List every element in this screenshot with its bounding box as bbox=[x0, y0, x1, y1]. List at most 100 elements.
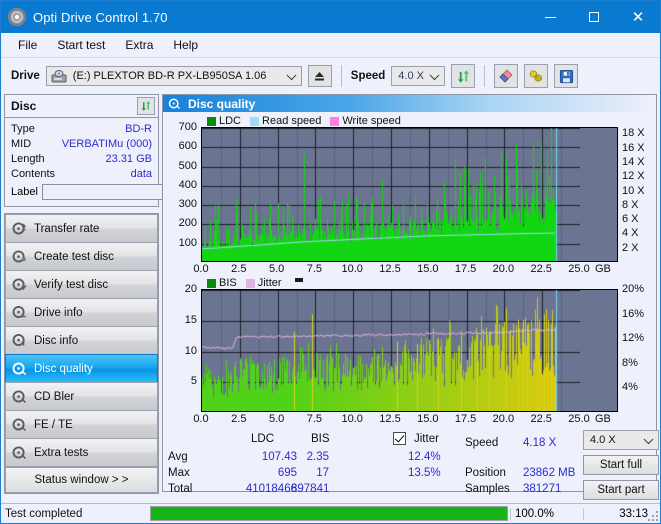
sidebar-item-drive-info[interactable]: Drive info bbox=[5, 298, 158, 326]
sidebar-label: Verify test disc bbox=[34, 279, 108, 291]
start-part-button[interactable]: Start part bbox=[583, 480, 659, 500]
bell-button[interactable] bbox=[524, 64, 548, 88]
disc-contents-label: Contents bbox=[11, 168, 55, 180]
drive-info-icon bbox=[12, 305, 27, 320]
axis-tick: 400 bbox=[179, 179, 197, 191]
sidebar-item-verify-test-disc[interactable]: Verify test disc bbox=[5, 270, 158, 298]
stats-avg-bis: 2.35 bbox=[299, 451, 329, 463]
resize-grip[interactable] bbox=[648, 511, 658, 521]
axis-tick: 10.0 bbox=[341, 413, 362, 425]
legend-read-speed: Read speed bbox=[250, 115, 321, 127]
disc-type-label: Type bbox=[11, 123, 35, 135]
drive-select[interactable]: (E:) PLEXTOR BD-R PX-LB950SA 1.06 bbox=[46, 66, 302, 86]
disc-quality-icon bbox=[168, 97, 181, 110]
disc-contents-value: data bbox=[131, 168, 152, 180]
speed-label: Speed bbox=[351, 70, 386, 82]
minimize-button[interactable] bbox=[528, 1, 572, 33]
menu-start-test[interactable]: Start test bbox=[48, 35, 114, 55]
axis-tick: 500 bbox=[179, 160, 197, 172]
top-chart-plot[interactable] bbox=[201, 127, 618, 262]
legend-label-jitter: Jitter bbox=[258, 277, 282, 289]
disc-row-contents: Contents data bbox=[11, 166, 152, 181]
axis-tick: 6 X bbox=[622, 213, 639, 225]
menu-help[interactable]: Help bbox=[164, 35, 207, 55]
close-button[interactable]: ✕ bbox=[616, 1, 660, 33]
axis-tick: 0.0 bbox=[193, 413, 208, 425]
close-icon: ✕ bbox=[632, 8, 645, 26]
panel-title: Disc quality bbox=[188, 97, 255, 111]
stats-avg-jitter: 12.4% bbox=[408, 451, 441, 463]
stats-position-label: Position bbox=[465, 467, 506, 479]
progress-bar bbox=[150, 506, 508, 521]
erase-button[interactable] bbox=[494, 64, 518, 88]
test-speed-select[interactable]: 4.0 X bbox=[583, 430, 659, 450]
minimize-icon bbox=[545, 17, 556, 18]
disc-info-icon bbox=[12, 333, 27, 348]
legend-swatch-bis bbox=[207, 279, 216, 288]
chevron-down-icon bbox=[644, 434, 654, 444]
disc-properties: Type BD-R MID VERBATIMu (000) Length 23.… bbox=[5, 118, 158, 206]
axis-tick: 700 bbox=[179, 121, 197, 133]
eject-icon bbox=[313, 70, 326, 83]
speed-select[interactable]: 4.0 X bbox=[391, 66, 445, 86]
menu-extra[interactable]: Extra bbox=[116, 35, 162, 55]
app-disc-icon bbox=[8, 8, 26, 26]
axis-tick: 16% bbox=[622, 308, 644, 320]
axis-tick: 7.5 bbox=[307, 263, 322, 275]
legend-marker-icon bbox=[295, 278, 303, 282]
sidebar-item-fe-te[interactable]: FE / TE bbox=[5, 410, 158, 438]
axis-tick: 2.5 bbox=[231, 263, 246, 275]
save-button[interactable] bbox=[554, 64, 578, 88]
legend-label-ldc: LDC bbox=[219, 115, 241, 127]
eraser-icon bbox=[498, 68, 514, 84]
axis-tick: 20 bbox=[185, 283, 197, 295]
disc-box-title: Disc bbox=[11, 99, 36, 113]
sidebar-label: Drive info bbox=[34, 307, 83, 319]
stats-total-ldc: 41018466 bbox=[221, 483, 297, 495]
axis-tick: 5.0 bbox=[269, 413, 284, 425]
axis-tick: 17.5 bbox=[455, 263, 476, 275]
bottom-chart-y2-axis: 4%8%12%16%20% bbox=[618, 289, 654, 412]
bottom-chart-legend: BIS Jitter bbox=[165, 277, 654, 289]
bottom-chart-y-axis: 5101520 bbox=[165, 289, 201, 412]
cd-bler-icon bbox=[12, 389, 27, 404]
legend-swatch-ldc bbox=[207, 117, 216, 126]
charts-area: LDC Read speed Write speed 1002003004005… bbox=[163, 112, 656, 427]
top-chart-x-axis: 0.02.55.07.510.012.515.017.520.022.525.0… bbox=[165, 262, 654, 277]
top-chart-plotwrap: 100200300400500600700 2 X4 X6 X8 X10 X12… bbox=[165, 127, 654, 262]
sidebar-item-transfer-rate[interactable]: Transfer rate bbox=[5, 214, 158, 242]
sidebar-label: Disc info bbox=[34, 335, 78, 347]
eject-button[interactable] bbox=[308, 65, 332, 87]
sidebar-item-disc-info[interactable]: Disc info bbox=[5, 326, 158, 354]
legend-label-write-speed: Write speed bbox=[342, 115, 401, 127]
maximize-button[interactable] bbox=[572, 1, 616, 33]
axis-tick: 22.5 bbox=[530, 263, 551, 275]
stats-samples-label: Samples bbox=[465, 483, 510, 495]
axis-tick: 20.0 bbox=[493, 413, 514, 425]
sidebar-item-extra-tests[interactable]: Extra tests bbox=[5, 438, 158, 466]
disc-burn-icon bbox=[12, 249, 27, 264]
stats-speed-value: 4.18 X bbox=[523, 437, 556, 449]
menu-file[interactable]: File bbox=[9, 35, 46, 55]
bottom-chart-plot[interactable] bbox=[201, 289, 618, 412]
start-full-button[interactable]: Start full bbox=[583, 455, 659, 475]
sidebar-item-create-test-disc[interactable]: Create test disc bbox=[5, 242, 158, 270]
sidebar-item-disc-quality[interactable]: Disc quality bbox=[5, 354, 158, 382]
legend-swatch-write-speed bbox=[330, 117, 339, 126]
sidebar-label: Create test disc bbox=[34, 251, 114, 263]
disc-refresh-button[interactable] bbox=[137, 97, 155, 115]
refresh-button[interactable] bbox=[451, 64, 475, 88]
axis-tick: 10 X bbox=[622, 185, 645, 197]
jitter-checkbox[interactable] bbox=[393, 432, 406, 445]
stats-total-bis: 897841 bbox=[291, 483, 329, 495]
stats-row-total-label: Total bbox=[168, 483, 192, 495]
top-chart-y-axis: 100200300400500600700 bbox=[165, 127, 201, 262]
left-panel: Disc Type BD-R MID VERB bbox=[4, 94, 159, 492]
sidebar-item-cd-bler[interactable]: CD Bler bbox=[5, 382, 158, 410]
bottom-chart-x-axis: 0.02.55.07.510.012.515.017.520.022.525.0… bbox=[165, 412, 654, 427]
status-window-button[interactable]: Status window > > bbox=[5, 467, 158, 493]
disc-mid-value: VERBATIMu (000) bbox=[62, 138, 152, 150]
axis-tick: 20% bbox=[622, 283, 644, 295]
axis-tick: 2.5 bbox=[231, 413, 246, 425]
progress-percent: 100.0% bbox=[510, 508, 583, 520]
